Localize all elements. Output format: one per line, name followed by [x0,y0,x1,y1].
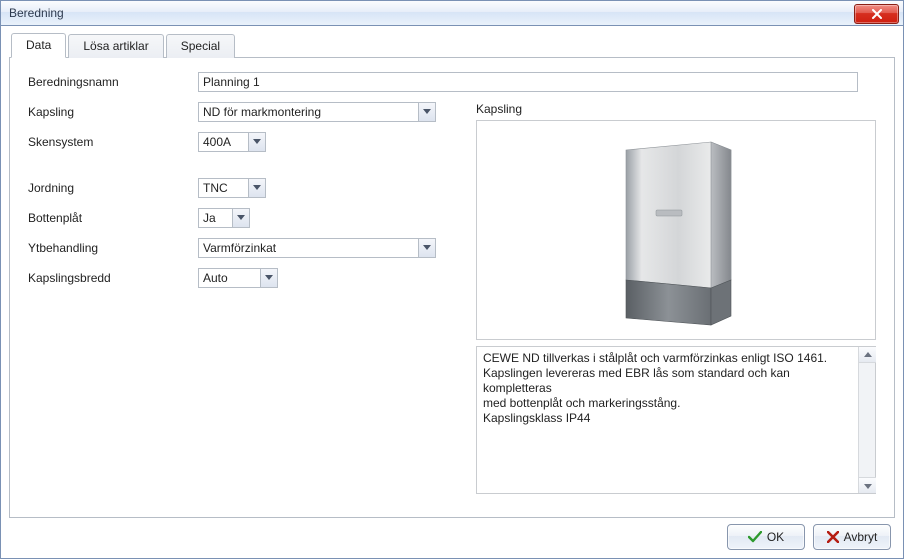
cancel-button[interactable]: Avbryt [813,524,891,550]
label-skensystem: Skensystem [28,135,198,149]
chevron-down-icon [232,209,249,227]
chevron-down-icon [248,179,265,197]
cabinet-icon [601,130,751,330]
row-beredningsnamn: Beredningsnamn [28,72,876,92]
cancel-label: Avbryt [844,530,878,544]
kapsling-combobox[interactable]: ND för markmontering [198,102,436,122]
row-jordning: Jordning TNC [28,178,448,198]
kapsling-description-text: CEWE ND tillverkas i stålplåt och varmfö… [477,347,858,493]
window-title: Beredning [9,6,64,20]
bottenplat-value: Ja [199,211,232,225]
label-ytbehandling: Ytbehandling [28,241,198,255]
kapslingsbredd-combobox[interactable]: Auto [198,268,278,288]
titlebar: Beredning [0,0,904,26]
close-icon [871,9,883,19]
ytbehandling-value: Varmförzinkat [199,241,418,255]
tab-special[interactable]: Special [166,34,235,58]
scrollbar[interactable] [858,347,875,493]
cross-icon [827,531,839,543]
chevron-down-icon [418,239,435,257]
row-bottenplat: Bottenplåt Ja [28,208,448,228]
check-icon [748,531,762,543]
label-bottenplat: Bottenplåt [28,211,198,225]
group-label-kapsling: Kapsling [476,102,876,116]
label-kapslingsbredd: Kapslingsbredd [28,271,198,285]
jordning-combobox[interactable]: TNC [198,178,266,198]
scroll-up-icon[interactable] [859,347,876,363]
scroll-down-icon[interactable] [859,477,876,493]
tabpage-data: Beredningsnamn Kapsling ND för markmonte… [9,58,895,518]
row-ytbehandling: Ytbehandling Varmförzinkat [28,238,448,258]
tabstrip: Data Lösa artiklar Special [9,32,895,58]
left-column: Kapsling ND för markmontering Skensystem… [28,102,448,507]
chevron-down-icon [260,269,277,287]
label-jordning: Jordning [28,181,198,195]
ok-label: OK [767,530,784,544]
bottenplat-combobox[interactable]: Ja [198,208,250,228]
dialog-footer: OK Avbryt [9,518,895,550]
close-button[interactable] [854,4,899,24]
right-column: Kapsling [476,102,876,507]
skensystem-value: 400A [199,135,248,149]
row-kapslingsbredd: Kapslingsbredd Auto [28,268,448,288]
kapsling-value: ND för markmontering [199,105,418,119]
kapslingsbredd-value: Auto [199,271,260,285]
label-kapsling: Kapsling [28,105,198,119]
beredningsnamn-input[interactable] [198,72,858,92]
skensystem-combobox[interactable]: 400A [198,132,266,152]
kapsling-description-box: CEWE ND tillverkas i stålplåt och varmfö… [476,346,876,494]
row-kapsling: Kapsling ND för markmontering [28,102,448,122]
ok-button[interactable]: OK [727,524,805,550]
row-skensystem: Skensystem 400A [28,132,448,152]
kapsling-image [476,120,876,340]
chevron-down-icon [418,103,435,121]
form-area: Kapsling ND för markmontering Skensystem… [28,102,876,507]
jordning-value: TNC [199,181,248,195]
tab-losa-artiklar[interactable]: Lösa artiklar [68,34,163,58]
client-area: Data Lösa artiklar Special Beredningsnam… [0,26,904,559]
ytbehandling-combobox[interactable]: Varmförzinkat [198,238,436,258]
label-beredningsnamn: Beredningsnamn [28,75,198,89]
chevron-down-icon [248,133,265,151]
tab-data[interactable]: Data [11,33,66,58]
